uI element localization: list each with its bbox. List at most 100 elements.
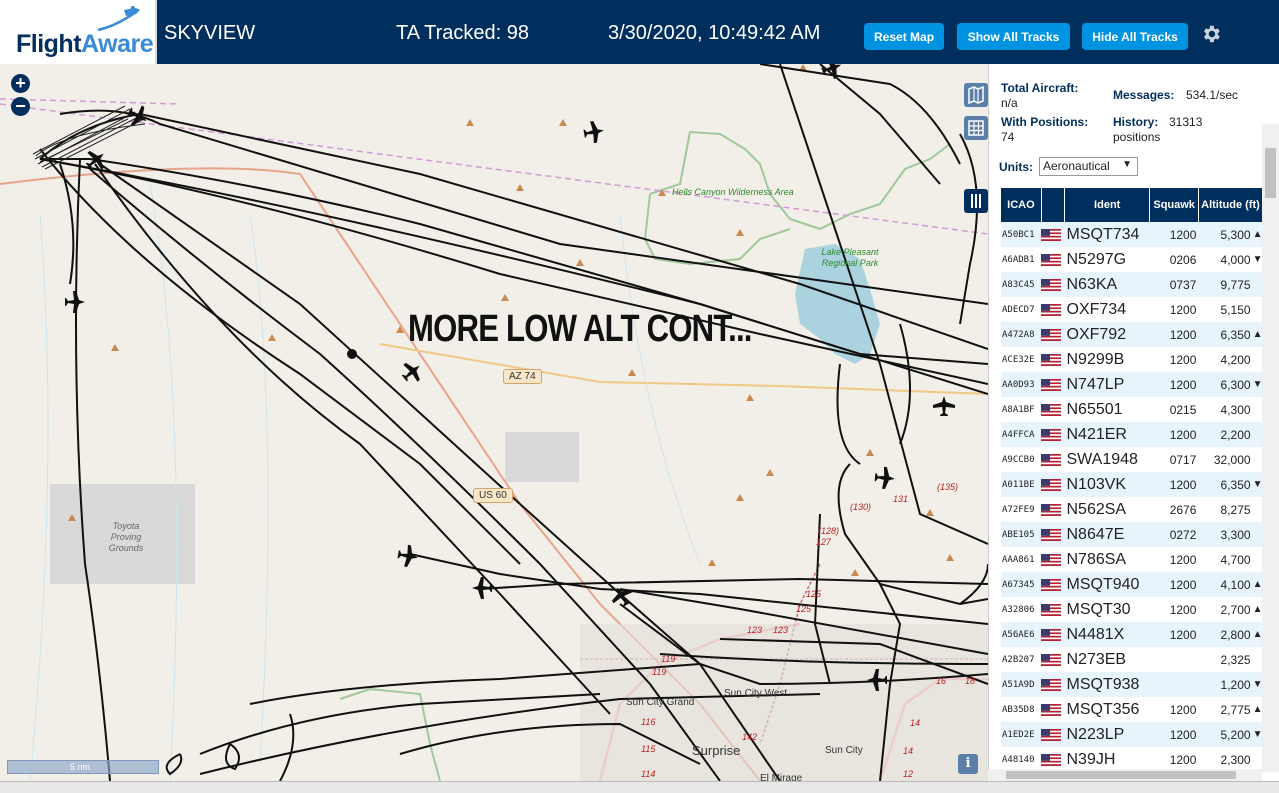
flightaware-logo[interactable]: FlightAware	[0, 0, 157, 64]
vertical-scrollbar[interactable]	[1262, 124, 1279, 772]
zoom-in-button[interactable]: +	[11, 74, 30, 93]
table-row[interactable]: A50BC1 MSQT734 1200 5,300 ▲	[1001, 222, 1263, 247]
altitude-cell: 5,150	[1198, 297, 1253, 322]
ident-cell: N4481X	[1064, 622, 1150, 647]
ident-cell: MSQT30	[1064, 597, 1150, 622]
table-row[interactable]: ABE105 N8647E 0272 3,300	[1001, 522, 1263, 547]
show-all-tracks-button[interactable]: Show All Tracks	[957, 23, 1070, 50]
map-layers-button[interactable]	[964, 83, 988, 107]
aircraft-icon[interactable]	[818, 64, 846, 82]
ident-cell: N421ER	[1064, 422, 1150, 447]
table-row[interactable]: A011BE N103VK 1200 6,350 ▼	[1001, 472, 1263, 497]
column-header-icao[interactable]: ICAO	[1001, 188, 1042, 222]
table-row[interactable]: ACE32E N9299B 1200 4,200	[1001, 347, 1263, 372]
table-row[interactable]: A32806 MSQT30 1200 2,700 ▲	[1001, 597, 1263, 622]
route-label: 16	[936, 676, 947, 686]
aircraft-icon[interactable]	[397, 357, 427, 387]
aircraft-icon[interactable]	[874, 466, 896, 490]
squawk-cell: 1200	[1149, 472, 1199, 497]
us-flag-icon	[1041, 247, 1065, 272]
ident-cell: N786SA	[1064, 547, 1150, 572]
us-flag-icon	[1041, 722, 1065, 747]
table-row[interactable]: A1ED2E N223LP 1200 5,200 ▼	[1001, 722, 1263, 747]
icao-cell: A8A1BF	[1001, 397, 1042, 422]
aircraft-icon[interactable]	[123, 101, 153, 131]
table-row[interactable]: A4FFCA N421ER 1200 2,200	[1001, 422, 1263, 447]
history-label: History:	[1113, 115, 1159, 129]
altitude-trend-icon	[1252, 272, 1263, 297]
table-row[interactable]: A56AE6 N4481X 1200 2,800 ▲	[1001, 622, 1263, 647]
ident-cell: MSQT940	[1064, 572, 1150, 597]
ident-cell: N223LP	[1064, 722, 1150, 747]
hide-all-tracks-button[interactable]: Hide All Tracks	[1082, 23, 1188, 50]
table-row[interactable]: AB35D8 MSQT356 1200 2,775 ▲	[1001, 697, 1263, 722]
altitude-trend-icon	[1252, 747, 1263, 768]
altitude-trend-icon: ▲	[1252, 697, 1263, 722]
altitude-cell: 6,350	[1198, 472, 1253, 497]
aircraft-icon[interactable]	[81, 145, 111, 175]
icao-cell: A9CCB0	[1001, 447, 1042, 472]
altitude-cell: 3,300	[1198, 522, 1253, 547]
altitude-trend-icon: ▲	[1252, 222, 1263, 247]
ident-cell: N9299B	[1064, 347, 1150, 372]
altitude-trend-icon	[1252, 547, 1263, 572]
aircraft-icon[interactable]	[65, 291, 85, 313]
scrollbar-thumb[interactable]	[1265, 148, 1276, 198]
aircraft-icon[interactable]	[933, 396, 955, 416]
altitude-trend-icon	[1252, 397, 1263, 422]
sun-city-grand-label: Sun City Grand	[626, 697, 695, 708]
altitude-trend-icon: ▼	[1252, 672, 1263, 697]
table-row[interactable]: A9CCB0 SWA1948 0717 32,000	[1001, 447, 1263, 472]
table-row[interactable]: AAA861 N786SA 1200 4,700	[1001, 547, 1263, 572]
table-row[interactable]: A83C45 N63KA 0737 9,775	[1001, 272, 1263, 297]
column-header-squawk[interactable]: Squawk	[1149, 188, 1199, 222]
hells-canyon-label: Hells Canyon Wilderness Area	[672, 187, 794, 197]
table-row[interactable]: A6ADB1 N5297G 0206 4,000 ▼	[1001, 247, 1263, 272]
table-row[interactable]: A472A8 OXF792 1200 6,350 ▲	[1001, 322, 1263, 347]
aircraft-table[interactable]: ICAO Ident Squawk Altitude (ft) A50BC1 MS…	[1001, 188, 1263, 768]
zoom-out-button[interactable]: −	[11, 97, 30, 116]
table-row[interactable]: ADECD7 OXF734 1200 5,150	[1001, 297, 1263, 322]
grid-icon	[968, 120, 984, 136]
units-select[interactable]: Aeronautical ▼	[1039, 157, 1138, 176]
squawk-cell: 0206	[1149, 247, 1199, 272]
grid-toggle-button[interactable]	[964, 116, 988, 140]
squawk-cell: 1200	[1149, 547, 1199, 572]
icao-cell: A56AE6	[1001, 622, 1042, 647]
squawk-cell: 1200	[1149, 322, 1199, 347]
icao-cell: A4FFCA	[1001, 422, 1042, 447]
aircraft-icon[interactable]	[396, 543, 420, 569]
table-row[interactable]: A2B207 N273EB 2,325	[1001, 647, 1263, 672]
horizontal-scrollbar[interactable]	[988, 769, 1262, 781]
us-flag-icon	[1041, 347, 1065, 372]
gear-icon[interactable]	[1200, 23, 1222, 45]
aircraft-icon[interactable]	[472, 577, 492, 599]
history-unit: positions	[1113, 130, 1161, 144]
column-header-ident[interactable]: Ident	[1064, 188, 1151, 222]
info-button[interactable]: i	[958, 754, 978, 774]
table-row[interactable]: A51A9D MSQT938 1,200 ▼	[1001, 672, 1263, 697]
aircraft-icon[interactable]	[867, 669, 887, 691]
column-header-altitude[interactable]: Altitude (ft)	[1198, 188, 1263, 222]
with-positions-label: With Positions:	[1001, 115, 1089, 129]
surprise-label: Surprise	[692, 743, 741, 758]
table-row[interactable]: A8A1BF N65501 0215 4,300	[1001, 397, 1263, 422]
reset-map-button[interactable]: Reset Map	[864, 23, 944, 50]
icao-cell: A2B207	[1001, 647, 1042, 672]
table-row[interactable]: AA0D93 N747LP 1200 6,300 ▼	[1001, 372, 1263, 397]
altitude-cell: 2,200	[1198, 422, 1253, 447]
us-flag-icon	[1041, 322, 1065, 347]
table-row[interactable]: A72FE9 N562SA 2676 8,275	[1001, 497, 1263, 522]
current-datetime: 3/30/2020, 10:49:42 AM	[608, 22, 821, 44]
scrollbar-thumb[interactable]	[1006, 771, 1236, 779]
aircraft-icon[interactable]	[607, 581, 637, 611]
table-row[interactable]: A48140 N39JH 1200 2,300	[1001, 747, 1263, 768]
icao-cell: A1ED2E	[1001, 722, 1042, 747]
squawk-cell: 1200	[1149, 722, 1199, 747]
aircraft-icon[interactable]	[582, 119, 606, 145]
icao-cell: ADECD7	[1001, 297, 1042, 322]
airplane-logo-icon	[97, 6, 140, 32]
table-row[interactable]: A67345 MSQT940 1200 4,100 ▲	[1001, 572, 1263, 597]
map-view[interactable]: Hells Canyon Wilderness Area Lake Pleasa…	[0, 64, 988, 781]
column-toggle-button[interactable]	[964, 189, 988, 213]
